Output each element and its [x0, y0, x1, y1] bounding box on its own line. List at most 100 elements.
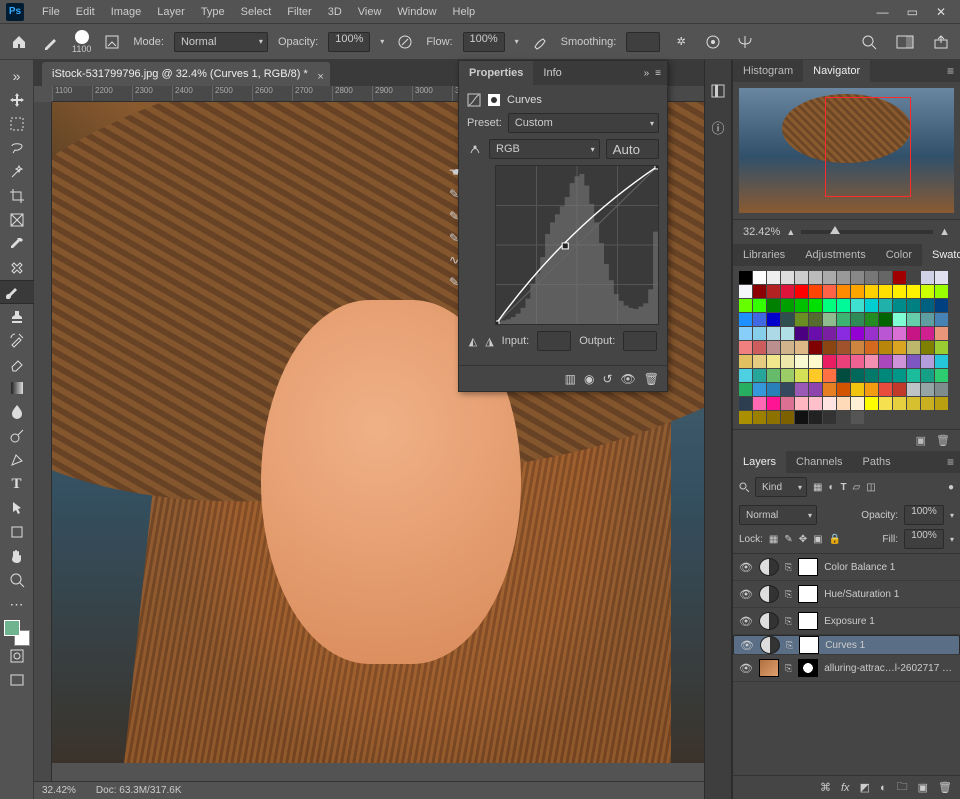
visibility-icon[interactable]: 👁: [739, 662, 753, 675]
swatch-cell[interactable]: [851, 327, 864, 340]
swatch-cell[interactable]: [795, 327, 808, 340]
swatch-cell[interactable]: [781, 327, 794, 340]
swatch-cell[interactable]: [795, 271, 808, 284]
swatch-cell[interactable]: [865, 271, 878, 284]
swatch-cell[interactable]: [907, 341, 920, 354]
tab-layers[interactable]: Layers: [733, 451, 786, 473]
swatch-cell[interactable]: [921, 271, 934, 284]
swatch-cell[interactable]: [823, 285, 836, 298]
menu-filter[interactable]: Filter: [279, 0, 319, 24]
swatch-cell[interactable]: [809, 313, 822, 326]
swatch-cell[interactable]: [823, 341, 836, 354]
panel-menu-icon[interactable]: ≡: [655, 68, 661, 79]
filter-type-icon[interactable]: T: [841, 482, 847, 493]
swatch-cell[interactable]: [935, 383, 948, 396]
swatch-cell[interactable]: [837, 397, 850, 410]
toggle-visibility-icon[interactable]: 👁: [621, 372, 636, 386]
path-select-icon[interactable]: [3, 496, 31, 520]
move-tool-icon[interactable]: [3, 88, 31, 112]
layer-name[interactable]: Color Balance 1: [824, 562, 954, 573]
swatch-cell[interactable]: [893, 299, 906, 312]
swatch-cell[interactable]: [921, 285, 934, 298]
clip-warning2-icon[interactable]: ◮: [485, 335, 493, 348]
swatch-cell[interactable]: [837, 327, 850, 340]
swatch-cell[interactable]: [823, 369, 836, 382]
swatch-cell[interactable]: [795, 299, 808, 312]
auto-button[interactable]: Auto: [606, 139, 659, 159]
swatch-cell[interactable]: [865, 327, 878, 340]
swatch-cell[interactable]: [767, 383, 780, 396]
swatch-cell[interactable]: [907, 369, 920, 382]
swatch-cell[interactable]: [823, 313, 836, 326]
swatch-cell[interactable]: [795, 355, 808, 368]
swatch-cell[interactable]: [739, 341, 752, 354]
filter-adj-icon[interactable]: ◐: [828, 482, 834, 493]
swatch-cell[interactable]: [893, 285, 906, 298]
swatch-cell[interactable]: [879, 327, 892, 340]
tab-adjustments[interactable]: Adjustments: [795, 244, 876, 266]
layer-name[interactable]: Exposure 1: [824, 616, 954, 627]
view-previous-icon[interactable]: ◉: [584, 372, 594, 386]
tab-navigator[interactable]: Navigator: [803, 60, 870, 82]
swatch-cell[interactable]: [879, 285, 892, 298]
swatch-cell[interactable]: [809, 299, 822, 312]
expand-toolbar-icon[interactable]: »: [3, 64, 31, 88]
swatch-cell[interactable]: [809, 397, 822, 410]
swatch-cell[interactable]: [823, 327, 836, 340]
swatch-cell[interactable]: [921, 369, 934, 382]
menu-type[interactable]: Type: [193, 0, 233, 24]
tool-preset-icon[interactable]: [40, 31, 62, 53]
swatch-cell[interactable]: [767, 341, 780, 354]
brush-panel-icon[interactable]: [101, 31, 123, 53]
fx-icon[interactable]: fx: [841, 782, 850, 794]
layer-opacity-field[interactable]: 100%: [904, 505, 944, 525]
layer-name[interactable]: Hue/Saturation 1: [824, 589, 954, 600]
menu-window[interactable]: Window: [389, 0, 444, 24]
swatch-cell[interactable]: [795, 285, 808, 298]
swatch-cell[interactable]: [753, 327, 766, 340]
layer-blend-select[interactable]: Normal▾: [739, 505, 817, 525]
swatch-cell[interactable]: [837, 355, 850, 368]
swatch-cell[interactable]: [809, 271, 822, 284]
layer-name[interactable]: alluring-attrac…l-2602717 copy: [824, 663, 954, 674]
smoothing-field[interactable]: [626, 32, 660, 52]
menu-select[interactable]: Select: [233, 0, 280, 24]
panel-menu-icon[interactable]: ≡: [941, 64, 960, 78]
swatch-cell[interactable]: [851, 383, 864, 396]
swatch-cell[interactable]: [837, 411, 850, 424]
zoom-in-icon[interactable]: ▲: [939, 226, 950, 238]
navigator-viewbox[interactable]: [825, 97, 911, 197]
lock-all-icon[interactable]: 🔒: [829, 534, 841, 545]
swatch-cell[interactable]: [865, 313, 878, 326]
swatch-cell[interactable]: [809, 285, 822, 298]
swatch-cell[interactable]: [837, 369, 850, 382]
color-swatch[interactable]: [6, 622, 28, 644]
swatch-cell[interactable]: [795, 383, 808, 396]
window-restore-icon[interactable]: ▭: [907, 5, 918, 19]
swatch-cell[interactable]: [767, 327, 780, 340]
swatch-cell[interactable]: [753, 383, 766, 396]
swatch-cell[interactable]: [921, 355, 934, 368]
eyedropper-tool-icon[interactable]: [3, 232, 31, 256]
status-zoom[interactable]: 32.42%: [42, 785, 76, 796]
swatch-cell[interactable]: [781, 355, 794, 368]
swatch-cell[interactable]: [907, 327, 920, 340]
swatch-cell[interactable]: [739, 383, 752, 396]
gradient-tool-icon[interactable]: [3, 376, 31, 400]
swatch-cell[interactable]: [753, 299, 766, 312]
menu-3d[interactable]: 3D: [320, 0, 350, 24]
stamp-tool-icon[interactable]: [3, 304, 31, 328]
swatch-cell[interactable]: [907, 355, 920, 368]
gray-point-icon[interactable]: ✎: [449, 209, 459, 223]
swatch-cell[interactable]: [809, 327, 822, 340]
swatch-cell[interactable]: [767, 355, 780, 368]
swatch-cell[interactable]: [739, 299, 752, 312]
symmetry-icon[interactable]: [734, 31, 756, 53]
properties-panel[interactable]: Properties Info »≡ Curves Preset: Custom…: [458, 60, 668, 392]
tab-paths[interactable]: Paths: [853, 451, 901, 473]
swatch-cell[interactable]: [739, 355, 752, 368]
layer-row[interactable]: 👁⎘Hue/Saturation 1: [733, 581, 960, 608]
swatch-cell[interactable]: [851, 299, 864, 312]
swatch-cell[interactable]: [879, 355, 892, 368]
pressure-opacity-icon[interactable]: [394, 31, 416, 53]
